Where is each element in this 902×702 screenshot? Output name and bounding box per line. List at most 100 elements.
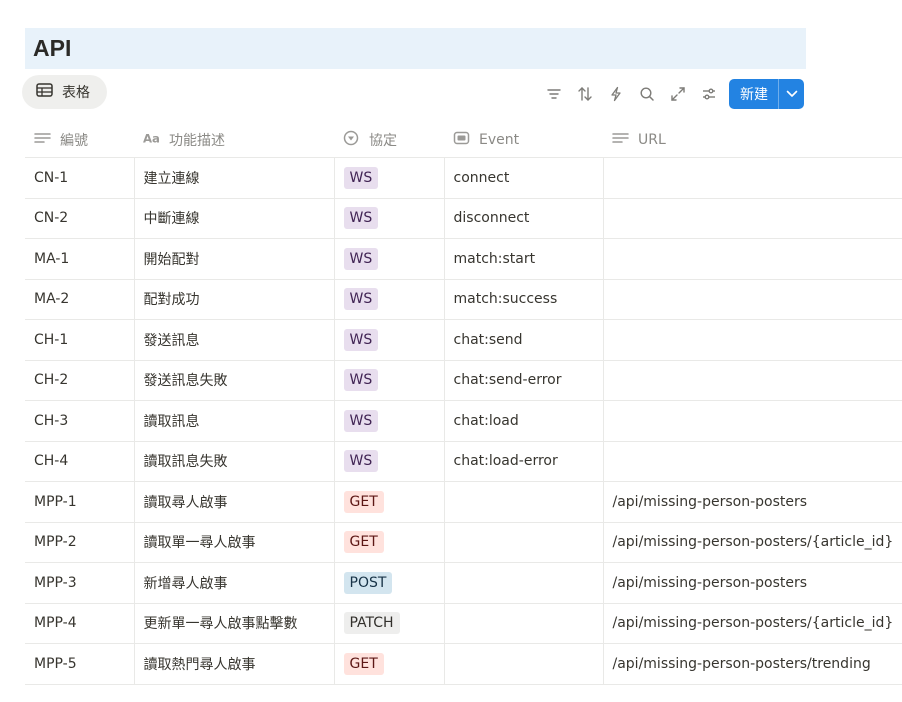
cell-url[interactable] <box>602 157 902 199</box>
cell-event[interactable]: chat:send <box>443 319 603 361</box>
cell-id[interactable]: CN-2 <box>25 198 134 239</box>
automation-icon[interactable] <box>600 79 631 109</box>
cell-description[interactable]: 發送訊息失敗 <box>133 360 334 401</box>
cell-protocol[interactable]: WS <box>333 441 444 482</box>
column-header-url[interactable]: URL <box>603 122 902 158</box>
protocol-tag: WS <box>343 207 379 230</box>
column-header-label: 編號 <box>60 132 88 149</box>
cell-id[interactable]: CH-1 <box>25 319 134 361</box>
cell-url[interactable] <box>602 198 902 239</box>
cell-url[interactable] <box>602 400 902 442</box>
cell-protocol[interactable]: WS <box>333 400 444 442</box>
table-row[interactable]: CN-1 建立連線 WS connect <box>25 157 902 199</box>
cell-event[interactable] <box>443 522 603 563</box>
cell-protocol[interactable]: WS <box>333 157 444 199</box>
select-icon <box>343 130 361 150</box>
filter-icon[interactable] <box>538 79 569 109</box>
cell-event[interactable]: chat:load-error <box>443 441 603 482</box>
table-row[interactable]: MPP-1 讀取尋人啟事 GET/api/missing-person-poster… <box>25 481 902 523</box>
table-row[interactable]: MPP-3 新增尋人啟事 POST/api/missing-person-poste… <box>25 562 902 604</box>
cell-id[interactable]: MA-2 <box>25 279 134 320</box>
cell-event[interactable]: chat:load <box>443 400 603 442</box>
cell-description[interactable]: 發送訊息 <box>133 319 334 361</box>
cell-url[interactable] <box>602 360 902 401</box>
cell-url[interactable] <box>602 238 902 280</box>
cell-protocol[interactable]: GET <box>333 481 444 523</box>
table-row[interactable]: MA-2 配對成功 WS match:success <box>25 279 902 320</box>
cell-description[interactable]: 開始配對 <box>133 238 334 280</box>
cell-url[interactable] <box>602 319 902 361</box>
table-body: CN-1 建立連線 WS connect CN-2 中斷連線 WS disconnect MA-… <box>25 157 902 685</box>
cell-protocol[interactable]: PATCH <box>333 603 444 644</box>
settings-icon[interactable] <box>693 79 724 109</box>
cell-event[interactable] <box>443 481 603 523</box>
cell-event[interactable]: connect <box>443 157 603 199</box>
cell-description[interactable]: 讀取單一尋人啟事 <box>133 522 334 563</box>
search-icon[interactable] <box>631 79 662 109</box>
table-row[interactable]: CH-3 讀取訊息 WS chat:load <box>25 400 902 442</box>
cell-protocol[interactable]: WS <box>333 360 444 401</box>
table-row[interactable]: CH-1 發送訊息 WS chat:send <box>25 319 902 361</box>
cell-id[interactable]: CH-4 <box>25 441 134 482</box>
page-title[interactable]: API <box>33 35 71 62</box>
new-button-label[interactable]: 新建 <box>729 84 778 104</box>
cell-description[interactable]: 讀取尋人啟事 <box>133 481 334 523</box>
cell-description[interactable]: 中斷連線 <box>133 198 334 239</box>
cell-url[interactable]: /api/missing-person-posters <box>602 562 902 604</box>
table-row[interactable]: CH-4 讀取訊息失敗 WS chat:load-error <box>25 441 902 482</box>
cell-description[interactable]: 建立連線 <box>133 157 334 199</box>
cell-id[interactable]: MPP-3 <box>25 562 134 604</box>
cell-id[interactable]: MPP-1 <box>25 481 134 523</box>
cell-url[interactable] <box>602 279 902 320</box>
chevron-down-icon[interactable] <box>779 90 804 98</box>
table-row[interactable]: MPP-5 讀取熱門尋人啟事 GET/api/missing-person-post… <box>25 643 902 685</box>
column-header-event[interactable]: Event <box>444 122 603 158</box>
cell-id[interactable]: CH-2 <box>25 360 134 401</box>
cell-protocol[interactable]: WS <box>333 238 444 280</box>
cell-id[interactable]: MPP-5 <box>25 643 134 685</box>
table-row[interactable]: CN-2 中斷連線 WS disconnect <box>25 198 902 239</box>
cell-url[interactable]: /api/missing-person-posters <box>602 481 902 523</box>
cell-id[interactable]: MPP-4 <box>25 603 134 644</box>
cell-event[interactable] <box>443 643 603 685</box>
cell-description[interactable]: 更新單一尋人啟事點擊數 <box>133 603 334 644</box>
cell-url[interactable] <box>602 441 902 482</box>
cell-url[interactable]: /api/missing-person-posters/{article_id} <box>602 522 902 563</box>
cell-event[interactable]: disconnect <box>443 198 603 239</box>
cell-event[interactable] <box>443 562 603 604</box>
cell-id[interactable]: MA-1 <box>25 238 134 280</box>
cell-description[interactable]: 讀取訊息失敗 <box>133 441 334 482</box>
column-header-id[interactable]: 編號 <box>25 122 134 158</box>
table-row[interactable]: MA-1 開始配對 WS match:start <box>25 238 902 280</box>
column-header-protocol[interactable]: 協定 <box>334 122 444 158</box>
cell-description[interactable]: 新增尋人啟事 <box>133 562 334 604</box>
cell-id[interactable]: CN-1 <box>25 157 134 199</box>
cell-url[interactable]: /api/missing-person-posters/{article_id} <box>602 603 902 644</box>
formula-icon <box>453 130 471 150</box>
cell-event[interactable]: match:start <box>443 238 603 280</box>
new-record-button[interactable]: 新建 <box>729 79 804 109</box>
cell-protocol[interactable]: GET <box>333 643 444 685</box>
cell-protocol[interactable]: WS <box>333 279 444 320</box>
protocol-tag: WS <box>343 288 379 311</box>
cell-id[interactable]: CH-3 <box>25 400 134 442</box>
cell-protocol[interactable]: POST <box>333 562 444 604</box>
table-view-tab[interactable]: 表格 <box>22 75 107 109</box>
table-row[interactable]: MPP-2 讀取單一尋人啟事 GET/api/missing-person-post… <box>25 522 902 563</box>
cell-description[interactable]: 讀取訊息 <box>133 400 334 442</box>
cell-event[interactable] <box>443 603 603 644</box>
table-row[interactable]: CH-2 發送訊息失敗 WS chat:send-error <box>25 360 902 401</box>
expand-icon[interactable] <box>662 79 693 109</box>
cell-event[interactable]: match:success <box>443 279 603 320</box>
cell-id[interactable]: MPP-2 <box>25 522 134 563</box>
cell-event[interactable]: chat:send-error <box>443 360 603 401</box>
cell-protocol[interactable]: WS <box>333 319 444 361</box>
sort-icon[interactable] <box>569 79 600 109</box>
cell-protocol[interactable]: WS <box>333 198 444 239</box>
cell-url[interactable]: /api/missing-person-posters/trending <box>602 643 902 685</box>
cell-description[interactable]: 讀取熱門尋人啟事 <box>133 643 334 685</box>
cell-protocol[interactable]: GET <box>333 522 444 563</box>
column-header-desc[interactable]: Aa 功能描述 <box>134 122 334 158</box>
cell-description[interactable]: 配對成功 <box>133 279 334 320</box>
table-row[interactable]: MPP-4 更新單一尋人啟事點擊數 PATCH/api/missing-person… <box>25 603 902 644</box>
